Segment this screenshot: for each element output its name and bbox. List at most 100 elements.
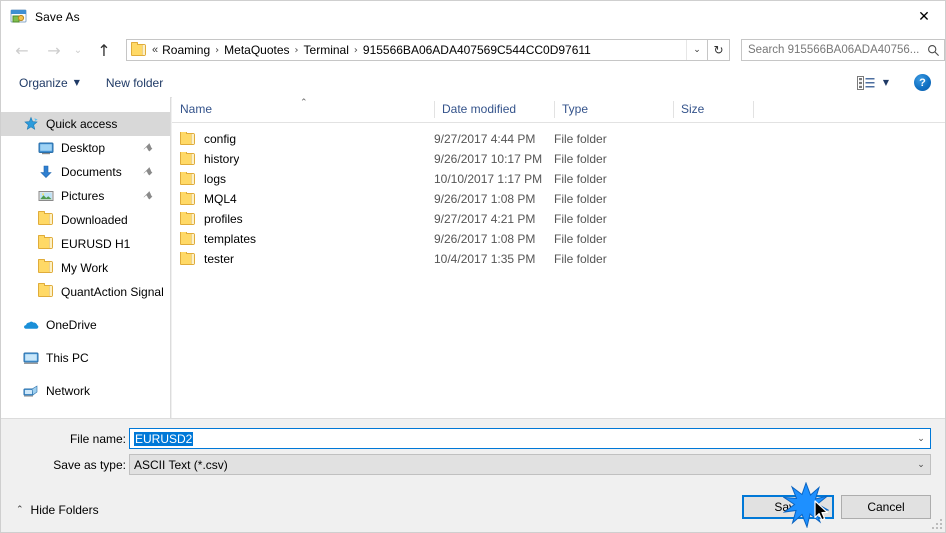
- view-options-icon: [856, 75, 875, 90]
- file-list-pane[interactable]: Name ⌃ Date modified Type Size config 9/…: [172, 97, 945, 418]
- save-as-type-select[interactable]: ASCII Text (*.csv) ⌄: [129, 454, 931, 475]
- table-row[interactable]: logs 10/10/2017 1:17 PM File folder: [172, 169, 945, 189]
- date-modified-cell: 9/26/2017 1:08 PM: [434, 192, 536, 206]
- file-name-cell: config: [180, 132, 236, 146]
- table-row[interactable]: history 9/26/2017 10:17 PM File folder: [172, 149, 945, 169]
- date-modified-cell: 9/27/2017 4:44 PM: [434, 132, 536, 146]
- chevron-down-icon[interactable]: ⌄: [912, 434, 930, 444]
- sidebar-item-downloaded[interactable]: Downloaded: [1, 208, 170, 232]
- column-header-label: Type: [562, 102, 589, 116]
- date-modified-cell: 9/26/2017 10:17 PM: [434, 152, 543, 166]
- save-as-dialog: Save As ✕ ← → ⌄ ↑ « Roaming › MetaQuotes: [0, 0, 946, 533]
- type-cell: File folder: [554, 252, 607, 266]
- sidebar-item-label: Network: [46, 384, 91, 398]
- sidebar-item-label: EURUSD H1: [61, 237, 131, 251]
- sidebar-item-this-pc[interactable]: This PC: [1, 346, 170, 370]
- refresh-icon: ↻: [713, 43, 724, 57]
- save-as-type-value: ASCII Text (*.csv): [134, 457, 228, 472]
- sidebar-item-pictures[interactable]: Pictures ⚑: [1, 184, 170, 208]
- documents-down-arrow-icon: [38, 164, 54, 180]
- up-one-level-button[interactable]: ↑: [91, 37, 117, 63]
- forward-button[interactable]: →: [41, 37, 67, 63]
- column-divider[interactable]: [753, 101, 754, 118]
- column-header-label: Size: [681, 102, 705, 116]
- file-list-rows: config 9/27/2017 4:44 PM File folder his…: [172, 123, 945, 269]
- pin-icon[interactable]: ⚑: [140, 164, 156, 180]
- chevron-down-icon[interactable]: ⌄: [912, 460, 930, 470]
- sidebar-item-desktop[interactable]: Desktop ⚑: [1, 136, 170, 160]
- cancel-button[interactable]: Cancel: [841, 495, 931, 519]
- hide-folders-button[interactable]: ⌃ Hide Folders: [16, 503, 99, 517]
- breadcrumb-item-metaquotes[interactable]: MetaQuotes: [221, 43, 292, 57]
- table-row[interactable]: config 9/27/2017 4:44 PM File folder: [172, 129, 945, 149]
- file-name-label: config: [204, 132, 237, 146]
- breadcrumb-item-terminal[interactable]: Terminal: [301, 43, 352, 57]
- search-box[interactable]: Search 915566BA06ADA40756...: [741, 39, 945, 61]
- sidebar-item-eurusd-h1[interactable]: EURUSD H1: [1, 232, 170, 256]
- save-as-app-icon: [10, 8, 27, 25]
- date-modified-cell: 9/26/2017 1:08 PM: [434, 232, 536, 246]
- address-bar[interactable]: « Roaming › MetaQuotes › Terminal › 9155…: [126, 39, 708, 61]
- type-cell: File folder: [554, 212, 607, 226]
- help-label: ?: [919, 76, 926, 89]
- sidebar-item-documents[interactable]: Documents ⚑: [1, 160, 170, 184]
- sidebar-item-quick-access[interactable]: Quick access: [1, 112, 170, 136]
- chevron-down-icon: ⌄: [73, 44, 83, 56]
- file-name-label: profiles: [204, 212, 243, 226]
- chevron-up-icon: ⌃: [16, 505, 24, 515]
- file-name-cell: tester: [180, 252, 234, 266]
- table-row[interactable]: templates 9/26/2017 1:08 PM File folder: [172, 229, 945, 249]
- sidebar-item-label: OneDrive: [46, 318, 97, 332]
- file-name-cell: profiles: [180, 212, 243, 226]
- type-cell: File folder: [554, 232, 607, 246]
- sidebar-item-onedrive[interactable]: OneDrive: [1, 313, 170, 337]
- breadcrumb-overflow-icon[interactable]: «: [149, 44, 159, 56]
- column-header-type[interactable]: Type: [554, 97, 673, 122]
- file-name-value: EURUSD2: [134, 431, 194, 446]
- desktop-icon: [38, 140, 54, 156]
- breadcrumb-item-terminal-id[interactable]: 915566BA06ADA407569C544CC0D97611: [360, 43, 594, 57]
- new-folder-button[interactable]: New folder: [99, 72, 170, 94]
- save-button[interactable]: Save: [742, 495, 834, 519]
- file-list-header: Name ⌃ Date modified Type Size: [172, 97, 945, 123]
- table-row[interactable]: MQL4 9/26/2017 1:08 PM File folder: [172, 189, 945, 209]
- date-modified-cell: 10/10/2017 1:17 PM: [434, 172, 543, 186]
- sidebar-item-label: QuantAction Signal: [61, 285, 164, 299]
- sidebar-item-my-work[interactable]: My Work: [1, 256, 170, 280]
- address-dropdown-button[interactable]: ⌄: [686, 40, 707, 60]
- search-input[interactable]: Search 915566BA06ADA40756...: [742, 44, 922, 56]
- folder-icon: [180, 212, 196, 226]
- organize-button[interactable]: Organize ▼: [12, 72, 87, 94]
- sidebar-item-label: This PC: [46, 351, 89, 365]
- save-form: File name: EURUSD2 ⌄ Save as type: ASCII…: [1, 418, 945, 495]
- column-header-date-modified[interactable]: Date modified: [434, 97, 554, 122]
- pin-icon[interactable]: ⚑: [140, 188, 156, 204]
- file-name-cell: logs: [180, 172, 226, 186]
- pin-icon[interactable]: ⚑: [140, 140, 156, 156]
- file-name-input[interactable]: EURUSD2 ⌄: [129, 428, 931, 449]
- table-row[interactable]: tester 10/4/2017 1:35 PM File folder: [172, 249, 945, 269]
- column-header-name[interactable]: Name ⌃: [172, 97, 434, 122]
- resize-grip[interactable]: [932, 519, 944, 531]
- column-header-size[interactable]: Size: [673, 97, 753, 122]
- quick-access-star-icon: [23, 116, 39, 132]
- table-row[interactable]: profiles 9/27/2017 4:21 PM File folder: [172, 209, 945, 229]
- change-view-button[interactable]: ▼: [850, 72, 896, 94]
- cancel-button-label: Cancel: [867, 500, 905, 514]
- breadcrumb-item-roaming[interactable]: Roaming: [159, 43, 213, 57]
- folder-icon: [38, 235, 54, 252]
- date-modified-cell: 9/27/2017 4:21 PM: [434, 212, 536, 226]
- back-button[interactable]: ←: [9, 37, 35, 63]
- sidebar-item-network[interactable]: Network: [1, 379, 170, 403]
- refresh-button[interactable]: ↻: [708, 39, 730, 61]
- file-name-label: tester: [204, 252, 235, 266]
- chevron-down-icon: ⌄: [693, 45, 701, 55]
- close-button[interactable]: ✕: [901, 1, 945, 32]
- sidebar-item-quantaction-signal[interactable]: QuantAction Signal: [1, 280, 170, 304]
- sidebar-item-label: My Work: [61, 261, 109, 275]
- close-icon: ✕: [918, 8, 930, 25]
- sidebar-item-label: Pictures: [61, 189, 105, 203]
- navigation-sidebar[interactable]: Quick access Desktop ⚑ Documents ⚑ Pictu…: [1, 97, 171, 418]
- help-button[interactable]: ?: [914, 74, 931, 91]
- recent-locations-button[interactable]: ⌄: [69, 37, 87, 63]
